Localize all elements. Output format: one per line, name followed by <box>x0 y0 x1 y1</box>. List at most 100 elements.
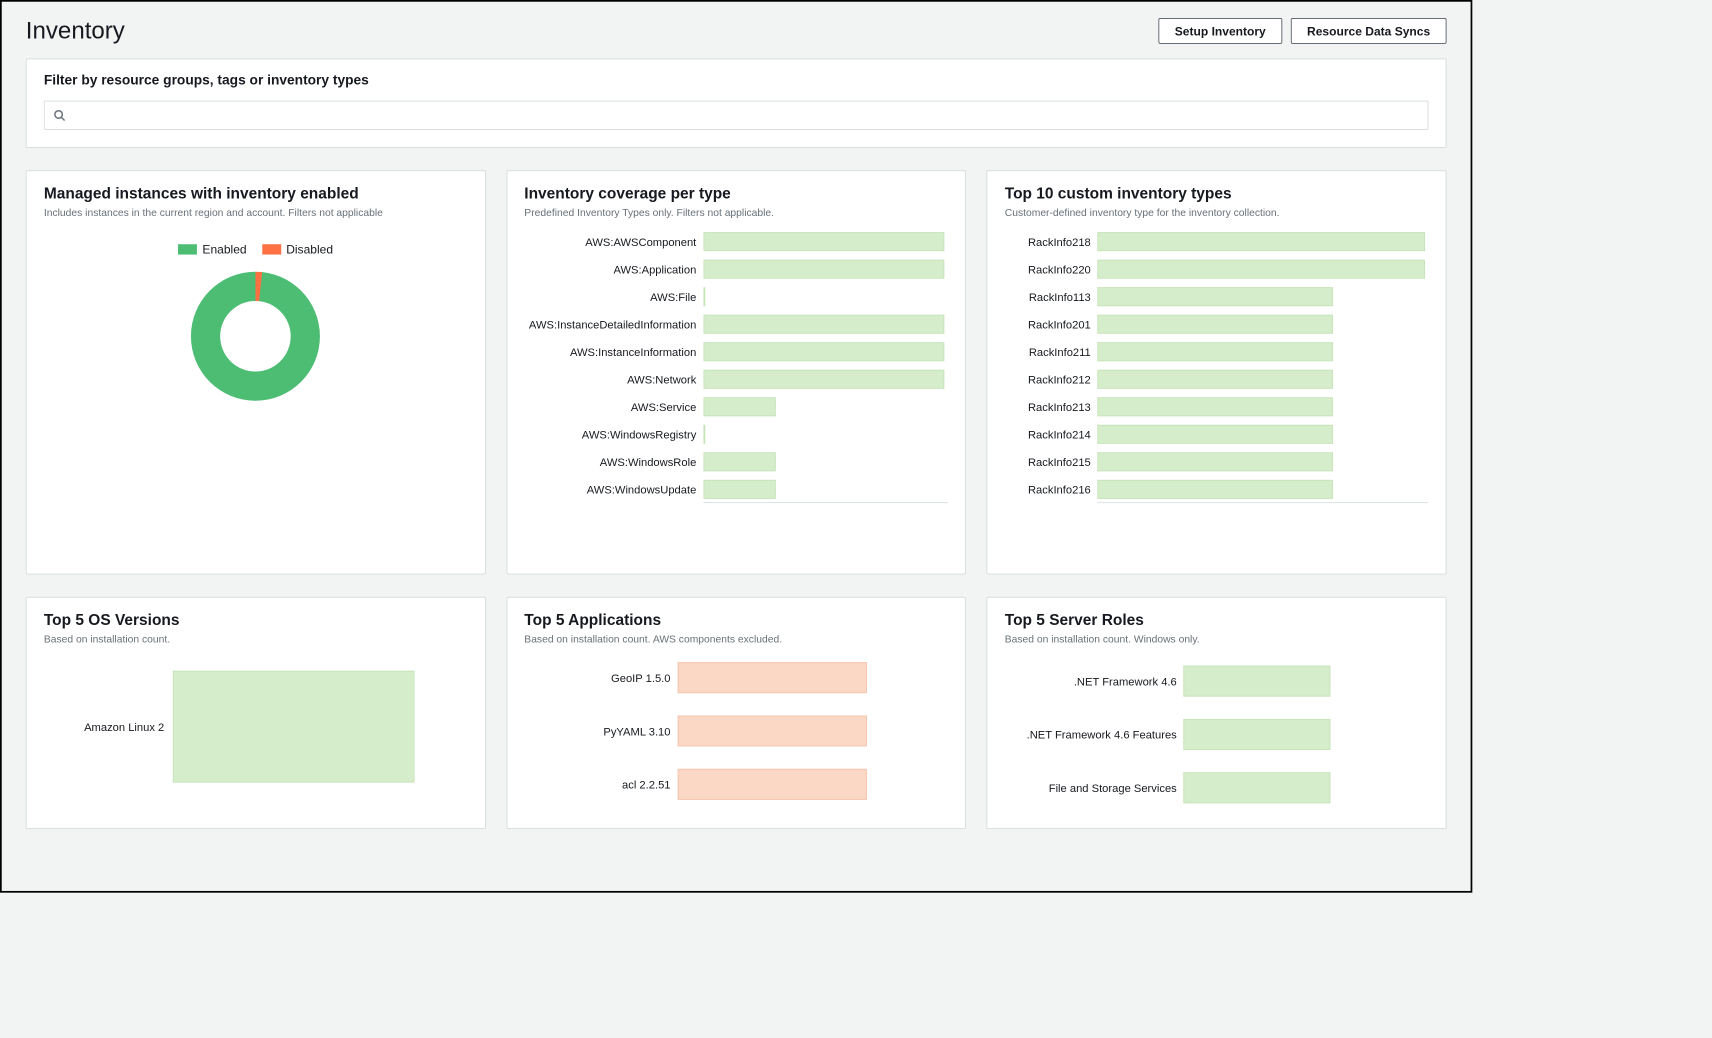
bar-row: .NET Framework 4.6 <box>1005 666 1429 697</box>
bar-row: RackInfo218 <box>1005 232 1425 251</box>
bar-row: AWS:WindowsRegistry <box>524 425 944 444</box>
card-subtitle: Predefined Inventory Types only. Filters… <box>524 206 948 218</box>
card-subtitle: Includes instances in the current region… <box>44 206 468 218</box>
bar-fill <box>1184 666 1331 697</box>
bar-track <box>173 671 468 783</box>
bar-track <box>1098 425 1425 444</box>
bar-label: AWS:WindowsRole <box>524 455 696 468</box>
card-title: Inventory coverage per type <box>524 185 948 203</box>
bar-row: RackInfo214 <box>1005 425 1425 444</box>
bar-fill <box>173 671 415 783</box>
bar-row: GeoIP 1.5.0 <box>524 662 948 693</box>
bar-track <box>1098 260 1425 279</box>
bar-label: Amazon Linux 2 <box>44 720 173 733</box>
bar-label: AWS:WindowsRegistry <box>524 428 696 441</box>
bar-row: RackInfo212 <box>1005 370 1425 389</box>
legend-disabled: Disabled <box>262 243 333 257</box>
bar-label: .NET Framework 4.6 <box>1005 675 1177 688</box>
bar-track <box>1098 370 1425 389</box>
setup-inventory-button[interactable]: Setup Inventory <box>1158 18 1282 44</box>
card-title: Top 5 OS Versions <box>44 611 468 629</box>
filter-input[interactable] <box>72 108 1419 122</box>
resource-data-syncs-button[interactable]: Resource Data Syncs <box>1291 18 1447 44</box>
card-subtitle: Based on installation count. <box>44 633 468 645</box>
bar-track <box>703 452 944 471</box>
bar-fill <box>703 480 775 499</box>
card-managed-instances: Managed instances with inventory enabled… <box>26 170 486 574</box>
page-title: Inventory <box>26 17 125 45</box>
legend-label: Disabled <box>286 243 333 257</box>
bar-label: PyYAML 3.10 <box>524 725 670 738</box>
bar-fill <box>1098 287 1334 306</box>
bar-label: RackInfo113 <box>1005 290 1091 303</box>
filter-search[interactable] <box>44 101 1429 130</box>
bar-row: AWS:Network <box>524 370 944 389</box>
bar-row: RackInfo215 <box>1005 452 1425 471</box>
bar-row: AWS:Service <box>524 397 944 416</box>
bar-track <box>1184 719 1429 750</box>
bar-fill <box>703 232 944 251</box>
bar-fill <box>703 287 705 306</box>
bar-fill <box>703 452 775 471</box>
card-server-roles: Top 5 Server Roles Based on installation… <box>987 597 1447 829</box>
header-actions: Setup Inventory Resource Data Syncs <box>1158 18 1446 44</box>
bar-track <box>1098 480 1425 499</box>
swatch-icon <box>262 244 281 254</box>
bar-row: AWS:InstanceInformation <box>524 342 944 361</box>
bar-label: AWS:InstanceInformation <box>524 345 696 358</box>
bar-label: RackInfo213 <box>1005 400 1091 413</box>
bar-label: RackInfo201 <box>1005 318 1091 331</box>
bar-label: RackInfo214 <box>1005 428 1091 441</box>
bar-label: AWS:Application <box>524 263 696 276</box>
bar-track <box>703 480 944 499</box>
bar-track <box>677 769 948 800</box>
card-subtitle: Based on installation count. Windows onl… <box>1005 633 1429 645</box>
bar-track <box>1098 397 1425 416</box>
role-bar-list: .NET Framework 4.6 .NET Framework 4.6 Fe… <box>1005 666 1429 804</box>
donut-legend: Enabled Disabled <box>44 243 468 257</box>
axis-baseline <box>1098 502 1429 503</box>
bar-track <box>703 397 944 416</box>
bar-label: RackInfo211 <box>1005 345 1091 358</box>
bar-label: RackInfo215 <box>1005 455 1091 468</box>
bar-label: GeoIP 1.5.0 <box>524 671 670 684</box>
bar-fill <box>1098 425 1334 444</box>
bar-track <box>703 342 944 361</box>
bar-track <box>703 287 944 306</box>
bar-track <box>703 425 944 444</box>
app-bar-list: GeoIP 1.5.0 PyYAML 3.10 acl 2.2.51 <box>524 662 948 800</box>
donut-chart <box>191 272 320 401</box>
card-title: Top 5 Server Roles <box>1005 611 1429 629</box>
bar-label: AWS:Service <box>524 400 696 413</box>
bar-fill <box>677 769 866 800</box>
bar-label: .NET Framework 4.6 Features <box>1005 728 1177 741</box>
bar-row: AWS:WindowsRole <box>524 452 944 471</box>
card-custom-types: Top 10 custom inventory types Customer-d… <box>987 170 1447 574</box>
bar-fill <box>1098 370 1334 389</box>
filter-panel: Filter by resource groups, tags or inven… <box>26 58 1447 147</box>
bar-fill <box>677 662 866 693</box>
filter-title: Filter by resource groups, tags or inven… <box>44 73 1429 88</box>
card-title: Top 10 custom inventory types <box>1005 185 1429 203</box>
bar-track <box>703 260 944 279</box>
bar-fill <box>1098 342 1334 361</box>
bar-fill <box>1098 315 1334 334</box>
bar-label: AWS:AWSComponent <box>524 235 696 248</box>
bar-track <box>1098 452 1425 471</box>
bar-row: RackInfo211 <box>1005 342 1425 361</box>
bar-row: .NET Framework 4.6 Features <box>1005 719 1429 750</box>
bar-row: AWS:InstanceDetailedInformation <box>524 315 944 334</box>
bar-fill <box>1098 397 1334 416</box>
swatch-icon <box>178 244 197 254</box>
bar-fill <box>1184 719 1331 750</box>
bar-row: AWS:Application <box>524 260 944 279</box>
bar-fill <box>703 397 775 416</box>
bar-row: AWS:WindowsUpdate <box>524 480 944 499</box>
bar-row: PyYAML 3.10 <box>524 716 948 747</box>
page-header: Inventory Setup Inventory Resource Data … <box>26 17 1447 45</box>
bar-row: File and Storage Services <box>1005 772 1429 803</box>
bar-track <box>677 662 948 693</box>
bar-track <box>1098 342 1425 361</box>
card-applications: Top 5 Applications Based on installation… <box>506 597 966 829</box>
bar-row: acl 2.2.51 <box>524 769 948 800</box>
